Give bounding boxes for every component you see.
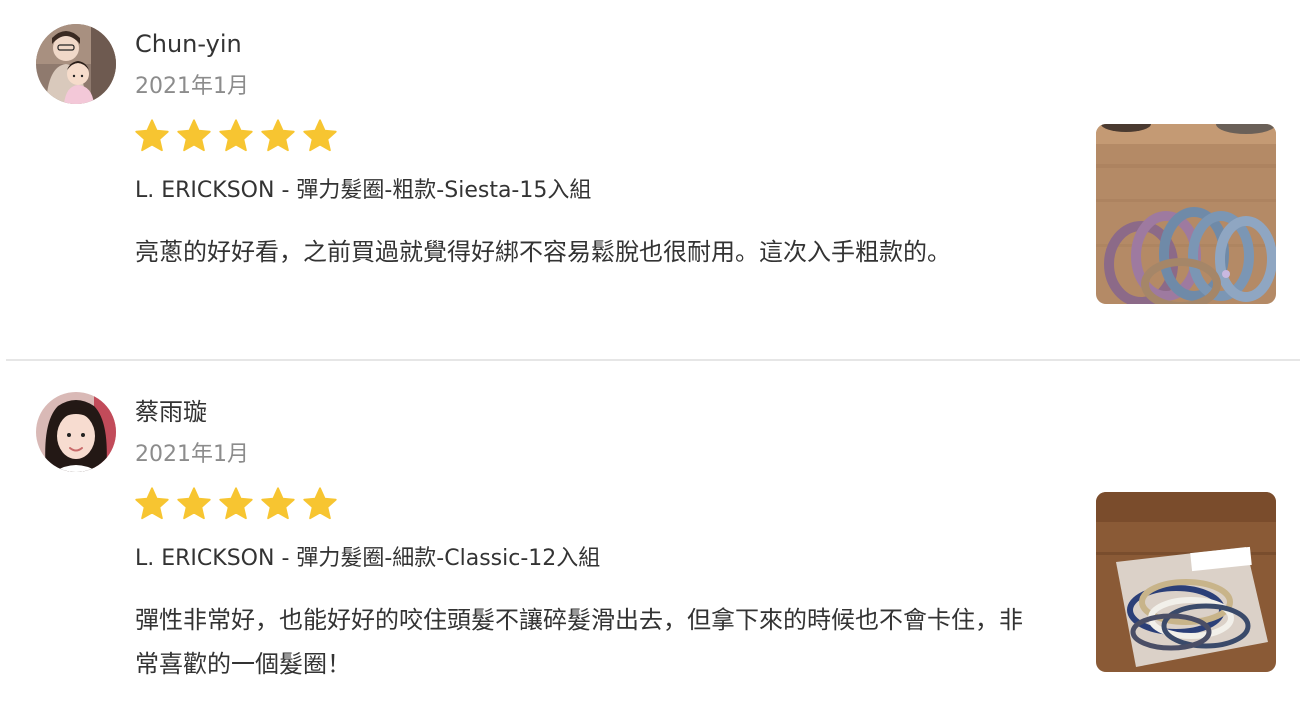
product-name: L. ERICKSON - 彈力髮圈-細款-Classic-12入組 (135, 546, 601, 571)
reviewer-name: Chun-yin (135, 30, 242, 58)
review-divider (6, 359, 1300, 361)
star-rating (134, 118, 338, 154)
star-icon (177, 487, 211, 520)
star-rating (134, 486, 338, 522)
review-date: 2021年1月 (135, 74, 249, 99)
review-photo[interactable] (1096, 124, 1276, 304)
review-photo[interactable] (1096, 492, 1276, 672)
star-icon (219, 119, 253, 152)
review-card: 蔡雨璇 2021年1月 L. ERICKSON - 彈力髮圈-細款-Classi… (0, 368, 1300, 726)
product-name: L. ERICKSON - 彈力髮圈-粗款-Siesta-15入組 (135, 178, 592, 203)
review-text: 亮蔥的好好看，之前買過就覺得好綁不容易鬆脫也很耐用。這次入手粗款的。 (135, 238, 951, 266)
star-icon (303, 487, 337, 520)
star-icon (303, 119, 337, 152)
review-card: Chun-yin 2021年1月 L. ERICKSON - 彈力髮圈-粗款-S… (0, 0, 1300, 360)
review-text: 彈性非常好，也能好好的咬住頭髮不讓碎髮滑出去，但拿下來的時候也不會卡住，非常喜歡… (135, 606, 1023, 678)
star-icon (135, 487, 169, 520)
reviewer-avatar[interactable] (36, 392, 116, 472)
reviewer-name: 蔡雨璇 (135, 398, 207, 426)
star-icon (135, 119, 169, 152)
reviewer-avatar[interactable] (36, 24, 116, 104)
star-icon (261, 119, 295, 152)
star-icon (219, 487, 253, 520)
star-icon (177, 119, 211, 152)
star-icon (261, 487, 295, 520)
review-date: 2021年1月 (135, 442, 249, 467)
